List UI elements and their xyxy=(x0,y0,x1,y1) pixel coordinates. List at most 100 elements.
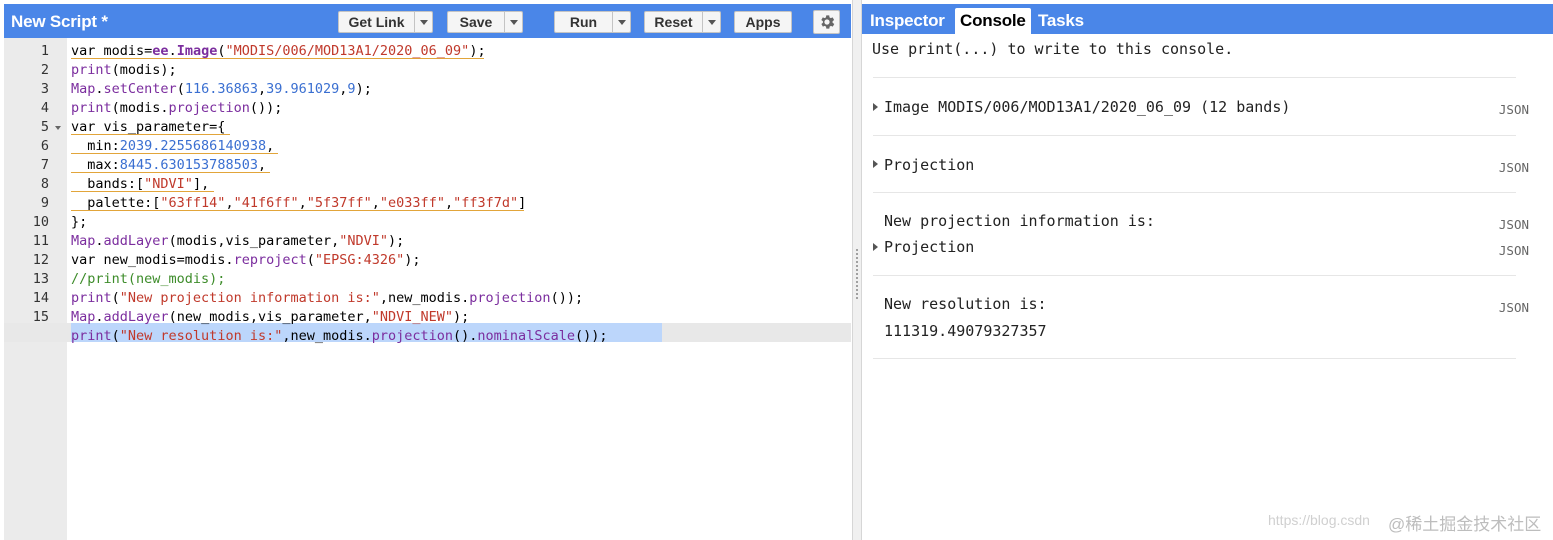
code-token: }; xyxy=(71,214,88,230)
line-number: 4 xyxy=(40,100,49,116)
get-link-button[interactable]: Get Link xyxy=(338,11,433,33)
code-token: "63ff14" xyxy=(160,195,226,211)
code-token: "New resolution is:" xyxy=(119,328,283,344)
code-line[interactable]: var modis=ee.Image("MODIS/006/MOD13A1/20… xyxy=(71,42,486,61)
console-entry-new-projection[interactable]: New projection information is: JSON Proj… xyxy=(873,193,1529,276)
code-token: //print(new_modis); xyxy=(71,271,226,287)
reset-button[interactable]: Reset xyxy=(644,11,721,33)
json-link[interactable]: JSON xyxy=(1499,102,1529,117)
code-token: modis= xyxy=(95,43,153,59)
pane-splitter[interactable] xyxy=(852,0,862,540)
tab-inspector[interactable]: Inspector xyxy=(865,8,950,34)
splitter-grip-icon xyxy=(855,248,859,300)
expand-arrow-icon[interactable] xyxy=(873,243,878,251)
code-token: vis_parameter={ xyxy=(95,119,226,135)
code-token: var xyxy=(71,252,96,268)
run-button[interactable]: Run xyxy=(554,11,631,33)
json-link[interactable]: JSON xyxy=(1499,160,1529,175)
code-line[interactable]: print(modis.projection()); xyxy=(71,99,282,118)
code-token: ); xyxy=(355,81,372,97)
code-token: (modis. xyxy=(111,100,169,116)
right-panel: Inspector Console Tasks Use print(...) t… xyxy=(862,0,1553,540)
tab-console[interactable]: Console xyxy=(955,8,1031,34)
code-token: max: xyxy=(71,157,120,173)
expand-arrow-icon[interactable] xyxy=(873,103,878,111)
code-line[interactable]: //print(new_modis); xyxy=(71,270,225,289)
code-token: , xyxy=(266,138,275,154)
code-token: ); xyxy=(388,233,405,249)
code-line[interactable]: }; xyxy=(71,213,87,232)
settings-button[interactable] xyxy=(813,10,840,34)
code-line[interactable]: var new_modis=modis.reproject("EPSG:4326… xyxy=(71,251,421,270)
save-button[interactable]: Save xyxy=(447,11,523,33)
code-line[interactable]: Map.addLayer(modis,vis_parameter,"NDVI")… xyxy=(71,232,404,251)
expand-arrow-icon[interactable] xyxy=(873,160,878,168)
reset-label: Reset xyxy=(654,14,693,30)
tab-tasks[interactable]: Tasks xyxy=(1033,8,1089,34)
code-line[interactable]: Map.setCenter(116.36863,39.961029,9); xyxy=(71,80,372,99)
chevron-down-icon xyxy=(419,19,428,25)
save-dropdown[interactable] xyxy=(504,12,522,32)
console-entry-resolution[interactable]: New resolution is: JSON 111319.490793273… xyxy=(873,276,1529,359)
run-dropdown[interactable] xyxy=(612,12,630,32)
code-token: "NDVI_NEW" xyxy=(371,309,454,325)
code-token: (). xyxy=(453,328,478,344)
line-number: 5 xyxy=(40,119,49,135)
code-line[interactable]: print("New resolution is:",new_modis.pro… xyxy=(71,327,607,346)
code-token: 9 xyxy=(347,81,356,97)
json-link[interactable]: JSON xyxy=(1499,217,1529,232)
code-token: , xyxy=(371,195,380,211)
code-token: (modis); xyxy=(111,62,177,78)
apps-button[interactable]: Apps xyxy=(734,11,792,33)
entry-new-res-value: 111319.49079327357 xyxy=(884,322,1047,340)
code-token: ,new_modis. xyxy=(282,328,372,344)
gear-icon xyxy=(820,15,834,29)
entry-image-text: Image MODIS/006/MOD13A1/2020_06_09 (12 b… xyxy=(884,98,1291,116)
code-token: print xyxy=(71,62,112,78)
code-token: (modis,vis_parameter, xyxy=(168,233,340,249)
code-token: "5f37ff" xyxy=(306,195,372,211)
code-token: ( xyxy=(111,290,120,306)
code-token: . xyxy=(95,309,104,325)
code-token: . xyxy=(95,233,104,249)
json-link[interactable]: JSON xyxy=(1499,243,1529,258)
code-line[interactable]: var vis_parameter={ xyxy=(71,118,225,137)
console-entry-image[interactable]: Image MODIS/006/MOD13A1/2020_06_09 (12 b… xyxy=(873,78,1529,136)
code-token: print xyxy=(71,100,112,116)
script-title[interactable]: New Script * xyxy=(11,12,108,32)
get-link-dropdown[interactable] xyxy=(414,12,432,32)
code-token: ee xyxy=(152,43,169,59)
line-number: 2 xyxy=(40,62,49,78)
panel-tabs: Inspector Console Tasks xyxy=(862,4,1553,34)
console-entry-projection[interactable]: Projection JSON xyxy=(873,136,1529,193)
line-number: 13 xyxy=(32,271,49,287)
chevron-down-icon xyxy=(617,19,626,25)
run-label: Run xyxy=(569,14,598,30)
code-token: , xyxy=(257,81,267,97)
code-token: ); xyxy=(453,309,470,325)
code-token: 2039.2255686140938 xyxy=(119,138,267,154)
code-token: , xyxy=(298,195,307,211)
line-number: 9 xyxy=(40,195,49,211)
code-token: "e033ff" xyxy=(379,195,445,211)
code-line[interactable]: palette:["63ff14","41f6ff","5f37ff","e03… xyxy=(71,194,526,213)
code-line[interactable]: min:2039.2255686140938, xyxy=(71,137,274,156)
entry-projection-text: Projection xyxy=(884,156,975,174)
line-number: 11 xyxy=(32,233,49,249)
code-token: . xyxy=(168,43,177,59)
code-line[interactable]: max:8445.630153788503, xyxy=(71,156,266,175)
json-link[interactable]: JSON xyxy=(1499,300,1529,315)
code-token: ()); xyxy=(574,328,608,344)
code-line[interactable]: print(modis); xyxy=(71,61,177,80)
code-token: var xyxy=(71,119,96,135)
code-token: projection xyxy=(469,290,551,306)
reset-dropdown[interactable] xyxy=(702,12,720,32)
code-line[interactable]: print("New projection information is:",n… xyxy=(71,289,583,308)
line-number: 6 xyxy=(40,138,49,154)
code-line[interactable]: Map.addLayer(new_modis,vis_parameter,"ND… xyxy=(71,308,469,327)
code-line[interactable]: bands:["NDVI"], xyxy=(71,175,209,194)
fold-arrow-icon[interactable] xyxy=(55,126,61,130)
code-token: ], xyxy=(192,176,210,192)
code-token: "NDVI" xyxy=(144,176,193,192)
entry-new-res-label: New resolution is: xyxy=(884,295,1047,313)
